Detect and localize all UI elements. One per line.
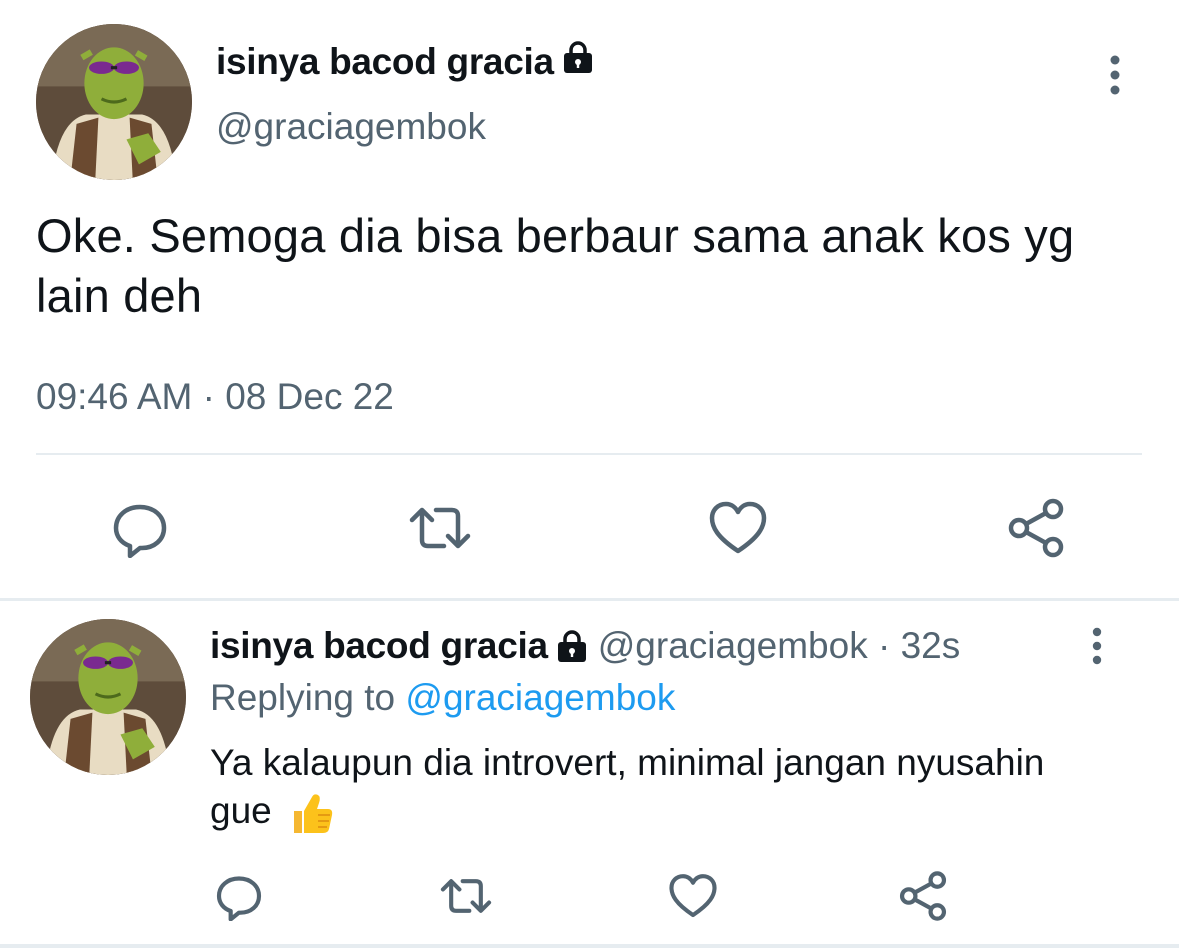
lock-icon [556, 629, 588, 663]
display-name[interactable]: isinya bacod gracia [210, 625, 548, 667]
display-name: isinya bacod gracia [216, 40, 554, 82]
divider [0, 944, 1179, 948]
retweet-icon [409, 507, 471, 549]
share-icon [1008, 498, 1064, 558]
like-icon [669, 874, 717, 918]
reply-tweet[interactable]: isinya bacod gracia @graciagembok · 32s … [0, 601, 1179, 948]
author-handle[interactable]: @graciagembok [216, 106, 486, 148]
share-button[interactable] [896, 869, 950, 923]
like-button[interactable] [706, 496, 770, 560]
replying-to-link[interactable]: @graciagembok [405, 677, 675, 718]
main-tweet: isinya bacod gracia @graciagembok Oke. S… [0, 0, 1179, 600]
tweet-text: Ya kalaupun dia introvert, minimal janga… [210, 739, 1110, 837]
reply-icon [216, 876, 262, 921]
reply-button[interactable] [212, 869, 266, 923]
like-button[interactable] [666, 869, 720, 923]
replying-prefix: Replying to [210, 677, 406, 718]
lock-icon [562, 40, 594, 83]
retweet-button[interactable] [406, 496, 474, 560]
action-bar [0, 490, 1179, 570]
author-handle[interactable]: @graciagembok [598, 625, 868, 667]
avatar[interactable] [36, 24, 192, 180]
avatar-image [36, 24, 192, 180]
share-icon [899, 871, 947, 921]
divider [36, 453, 1142, 455]
author-name[interactable]: isinya bacod gracia [216, 40, 594, 83]
reply-icon [113, 504, 167, 558]
tweet-timestamp[interactable]: 09:46 AM · 08 Dec 22 [36, 376, 394, 418]
thumbs-up-icon [288, 789, 336, 837]
retweet-button[interactable] [436, 869, 496, 923]
more-vertical-icon[interactable] [1098, 52, 1132, 98]
more-vertical-icon[interactable] [1082, 625, 1112, 667]
avatar-image [30, 619, 186, 775]
avatar[interactable] [30, 619, 186, 775]
tweet-text: Oke. Semoga dia bisa berbaur sama anak k… [36, 209, 1075, 322]
share-button[interactable] [1004, 496, 1068, 560]
reply-button[interactable] [108, 496, 172, 560]
like-icon [709, 501, 767, 554]
action-bar [0, 865, 1179, 931]
separator: · [867, 625, 901, 666]
tweet-age[interactable]: 32s [901, 625, 961, 667]
replying-to: Replying to @graciagembok [210, 677, 675, 719]
reply-header: isinya bacod gracia @graciagembok · 32s [210, 625, 960, 667]
retweet-icon [440, 879, 492, 913]
